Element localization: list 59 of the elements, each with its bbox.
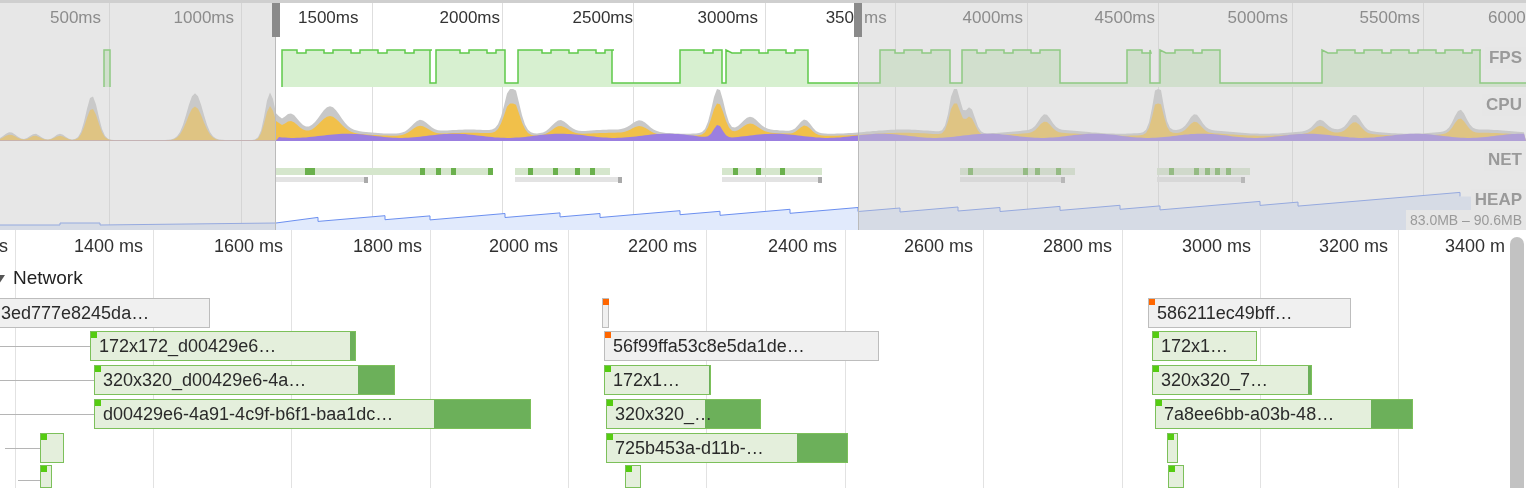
time-tick-label: 4000ms (962, 7, 1023, 29)
network-section-title[interactable]: Network (13, 265, 83, 291)
time-tick-label: 2500ms (572, 7, 633, 29)
time-tick-label: 3200 ms (1318, 235, 1388, 258)
selection-handle[interactable] (854, 3, 862, 37)
time-tick-label: 3000 ms (1181, 235, 1251, 258)
time-tick-label: 2200 ms (627, 235, 697, 258)
request-bar[interactable] (602, 298, 609, 328)
selection-handle[interactable] (272, 3, 280, 37)
time-tick-label: 1500ms (298, 7, 359, 29)
time-tick-label: 4500ms (1094, 7, 1155, 29)
time-tick-label: 2000ms (439, 7, 500, 29)
time-tick-label: 350 (825, 7, 854, 29)
time-tick-label: 3000ms (697, 7, 758, 29)
request-bar[interactable]: 586211ec49bff… (1148, 298, 1351, 328)
request-bar[interactable]: d00429e6-4a91-4c9f-b6f1-baa1dc… (94, 399, 531, 429)
time-tick-label: 2000 ms (488, 235, 558, 258)
request-label: 725b453a-d11b-… (615, 437, 764, 460)
time-tick-label: 1800 ms (352, 235, 422, 258)
request-bar[interactable] (625, 465, 641, 488)
request-bar[interactable]: 3ed777e8245da… (0, 298, 210, 328)
request-label: 56f99ffa53c8e5da1de… (613, 335, 805, 358)
time-tick-label: 3400 m (1444, 235, 1505, 258)
request-bar[interactable]: 725b453a-d11b-… (606, 433, 848, 463)
request-bar[interactable] (1167, 433, 1178, 463)
request-bar[interactable]: 7a8ee6bb-a03b-48… (1155, 399, 1413, 429)
time-tick-label: 5500ms (1359, 7, 1420, 29)
request-bar[interactable]: 172x1… (1152, 331, 1257, 361)
time-tick-label: 2600 ms (903, 235, 973, 258)
request-bar[interactable] (40, 433, 64, 463)
request-label: d00429e6-4a91-4c9f-b6f1-baa1dc… (103, 403, 394, 426)
time-tick-label: 1600 ms (213, 235, 283, 258)
request-bar[interactable]: 320x320_7… (1152, 365, 1312, 395)
expanded-icon[interactable] (0, 273, 8, 285)
request-label: 320x320_7… (1161, 369, 1269, 393)
request-bar[interactable]: 172x1… (604, 365, 711, 395)
request-bar[interactable]: 172x172_d00429e6… (90, 331, 356, 361)
time-tick-label: ms (864, 7, 887, 29)
request-bar[interactable] (40, 465, 52, 488)
request-label: 586211ec49bff… (1157, 302, 1293, 325)
request-label: 320x320_d00429e6-4a… (103, 369, 307, 393)
time-tick-label: 2800 ms (1042, 235, 1112, 258)
time-tick-label: 1000ms (173, 7, 234, 29)
request-bar[interactable]: 56f99ffa53c8e5da1de… (604, 331, 879, 361)
request-label: 3ed777e8245da… (1, 302, 150, 325)
time-tick-label: 5000ms (1227, 7, 1288, 29)
heap-range-label: 83.0MB – 90.6MB (1405, 210, 1526, 230)
time-tick-label: 2400 ms (767, 235, 837, 258)
request-bar[interactable]: 320x320_d00429e6-4a… (94, 365, 395, 395)
scrollbar-thumb[interactable] (1510, 237, 1524, 488)
time-tick-label: 500ms (49, 7, 101, 29)
request-bar[interactable] (1168, 465, 1184, 488)
request-label: 172x1… (1161, 335, 1229, 358)
time-tick-label: 1400 ms (73, 235, 143, 258)
request-label: 172x172_d00429e6… (99, 335, 277, 359)
time-tick-label: s (0, 235, 8, 258)
request-label: 7a8ee6bb-a03b-48… (1164, 403, 1335, 426)
request-label: 172x1… (613, 369, 681, 392)
time-tick-label: 6000 (1488, 7, 1526, 29)
